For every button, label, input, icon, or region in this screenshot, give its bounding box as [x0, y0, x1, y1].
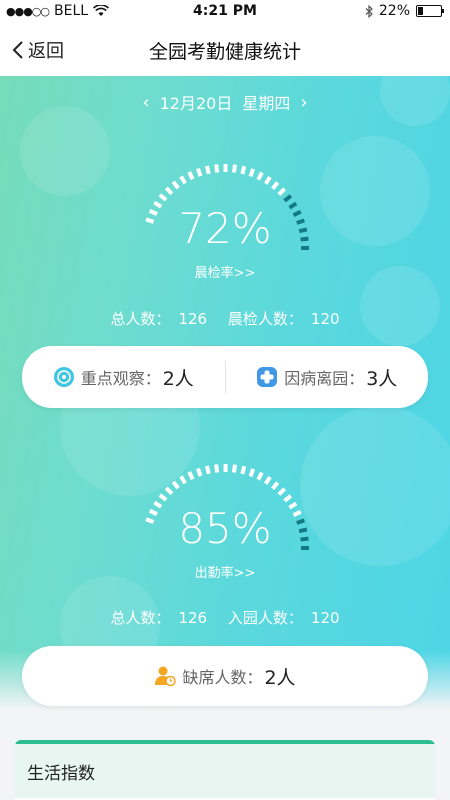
status-bar: ●●●○○ BELL 4:21 PM 22% — [0, 0, 450, 24]
gauge-tick — [158, 493, 168, 502]
gauge-tick — [214, 464, 220, 473]
checked-label: 晨检人数： 120 — [227, 310, 340, 328]
morning-check-rate: 72% — [178, 204, 272, 253]
gauge-tick — [232, 464, 237, 473]
gauge-tick — [187, 171, 195, 181]
gauge-tick — [256, 171, 264, 181]
gauge-tick — [158, 193, 168, 202]
back-button[interactable]: 返回 — [12, 37, 64, 63]
absence-card[interactable]: 缺席人数： 2人 — [22, 646, 428, 706]
battery-level — [418, 7, 423, 15]
status-right: 22% — [365, 3, 444, 19]
bluetooth-icon — [365, 4, 373, 18]
absence-count: 2人 — [264, 666, 296, 689]
gauge-tick — [248, 168, 256, 178]
gauge-tick — [196, 467, 203, 477]
date-label: 12月20日 — [159, 94, 233, 113]
gauge-tick — [214, 164, 220, 173]
morning-check-gauge[interactable]: 72% 晨检率>> — [125, 156, 325, 286]
gauge-tick — [164, 186, 174, 196]
medical-cross-icon — [257, 367, 278, 387]
focus-label: 重点观察： — [80, 369, 161, 388]
life-index-card[interactable]: 生活指数 — [15, 740, 435, 800]
gauge-tick — [248, 468, 256, 478]
total-label: 总人数： 126 — [110, 609, 208, 627]
gauge-tick — [264, 176, 272, 185]
focus-observation[interactable]: 重点观察： 2人 — [22, 364, 225, 391]
gauge-tick — [205, 465, 211, 475]
sick-count: 3人 — [366, 367, 398, 390]
gauge-tick — [179, 175, 187, 185]
morning-check-stats: 总人数： 126 晨检人数： 120 — [0, 308, 450, 329]
sick-leave[interactable]: 因病离园： 3人 — [226, 364, 429, 391]
prev-day-button[interactable]: ‹ — [142, 92, 149, 113]
absence-label: 缺席人数： — [182, 668, 263, 687]
gauge-tick — [171, 180, 180, 190]
gauge-tick — [256, 471, 264, 481]
gauge-tick — [271, 481, 280, 491]
morning-check-link[interactable]: 晨检率>> — [125, 262, 325, 281]
gauge-tick — [232, 164, 237, 173]
sick-label: 因病离园： — [284, 369, 365, 388]
battery-icon — [416, 5, 444, 17]
back-label: 返回 — [28, 41, 64, 62]
attendance-link[interactable]: 出勤率>> — [125, 562, 325, 581]
attendance-rate: 85% — [178, 504, 272, 553]
decor-bubble — [20, 106, 110, 196]
decor-bubble — [320, 136, 430, 246]
target-icon — [53, 367, 74, 387]
decor-bubble — [360, 266, 440, 346]
gauge-tick — [205, 165, 211, 175]
gauge-tick — [271, 181, 280, 191]
stats-hero: ‹ 12月20日 星期四 › 72% 晨检率>> 总人数： 126 晨检人数： 12… — [0, 76, 450, 710]
total-label: 总人数： 126 — [110, 310, 208, 328]
next-day-button[interactable]: › — [300, 92, 307, 113]
gauge-tick — [283, 494, 293, 503]
nav-bar: 返回 全园考勤健康统计 — [0, 24, 450, 76]
gauge-tick — [283, 194, 293, 203]
gauge-tick — [240, 165, 247, 175]
entered-label: 入园人数： 120 — [227, 609, 340, 627]
gauge-tick — [264, 476, 272, 485]
gauge-tick — [277, 187, 287, 196]
gauge-tick — [179, 475, 187, 485]
page-title: 全园考勤健康统计 — [148, 41, 301, 63]
attendance-gauge[interactable]: 85% 出勤率>> — [125, 456, 325, 586]
chevron-left-icon — [12, 41, 23, 59]
battery-percent: 22% — [378, 3, 410, 19]
gauge-tick — [187, 471, 195, 481]
gauge-tick — [196, 167, 203, 177]
observation-card: 重点观察： 2人 因病离园： 3人 — [22, 346, 428, 408]
gauge-tick — [277, 487, 287, 496]
date-selector: ‹ 12月20日 星期四 › — [0, 90, 450, 114]
attendance-stats: 总人数： 126 入园人数： 120 — [0, 607, 450, 628]
gauge-tick — [240, 465, 247, 475]
absence-item: 缺席人数： 2人 — [22, 663, 428, 690]
life-index-title: 生活指数 — [15, 744, 435, 798]
gauge-tick — [171, 480, 180, 490]
gauge-tick — [164, 486, 174, 496]
person-clock-icon — [155, 666, 177, 687]
focus-count: 2人 — [162, 367, 194, 390]
weekday-label: 星期四 — [242, 94, 291, 113]
